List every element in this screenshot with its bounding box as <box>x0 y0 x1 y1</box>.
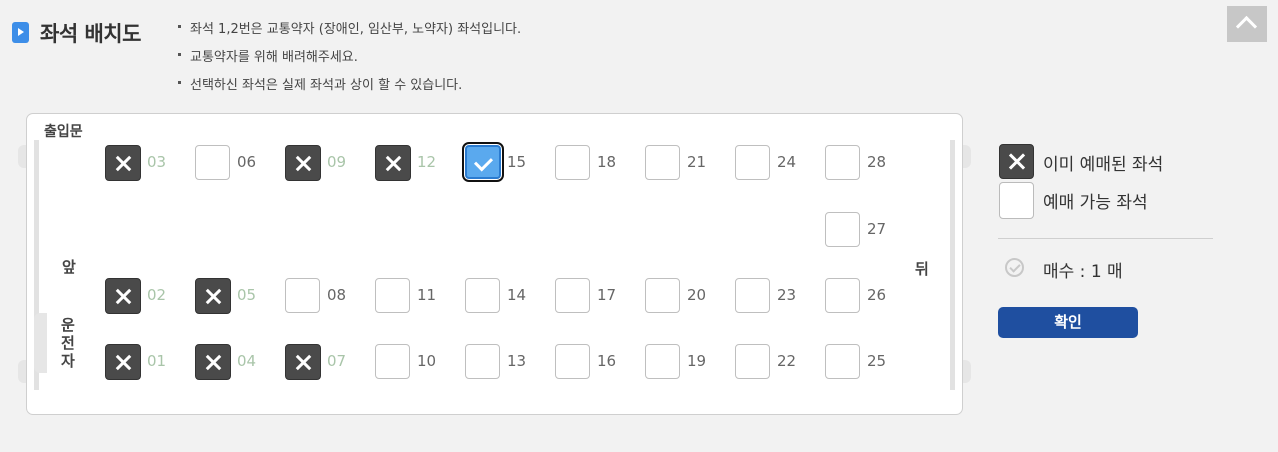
seat-number: 02 <box>147 286 167 304</box>
seat-25[interactable] <box>825 344 860 379</box>
section-marker-icon <box>12 22 29 43</box>
seat-12 <box>375 145 411 181</box>
seat-number: 15 <box>507 153 527 171</box>
seat-08[interactable] <box>285 278 320 313</box>
seat-11[interactable] <box>375 278 410 313</box>
back-label: 뒤 <box>915 260 929 278</box>
seat-number: 11 <box>417 286 437 304</box>
seat-07 <box>285 344 321 380</box>
seat-number: 16 <box>597 352 617 370</box>
divider <box>998 238 1213 239</box>
seat-28[interactable] <box>825 145 860 180</box>
seat-number: 03 <box>147 153 167 171</box>
seat-number: 14 <box>507 286 527 304</box>
seat-04 <box>195 344 231 380</box>
seat-09 <box>285 145 321 181</box>
seat-number: 12 <box>417 153 437 171</box>
driver-area <box>34 313 47 373</box>
legend-sold-swatch <box>999 144 1034 179</box>
seat-05 <box>195 278 231 314</box>
seat-number: 10 <box>417 352 437 370</box>
seat-number: 21 <box>687 153 707 171</box>
seat-number: 18 <box>597 153 617 171</box>
notice-item: 선택하신 좌석은 실제 좌석과 상이 할 수 있습니다. <box>178 76 521 104</box>
seat-number: 13 <box>507 352 527 370</box>
confirm-button[interactable]: 확인 <box>998 307 1138 338</box>
seat-03 <box>105 145 141 181</box>
seat-number: 28 <box>867 153 887 171</box>
seat-number: 09 <box>327 153 347 171</box>
seat-number: 04 <box>237 352 257 370</box>
seat-18[interactable] <box>555 145 590 180</box>
front-label: 앞 <box>62 258 76 276</box>
seat-27[interactable] <box>825 212 860 247</box>
bus-wall-right <box>950 140 955 390</box>
seat-19[interactable] <box>645 344 680 379</box>
check-circle-icon <box>1005 258 1024 277</box>
scroll-to-top-button[interactable] <box>1227 6 1267 42</box>
seat-number: 24 <box>777 153 797 171</box>
seat-number: 08 <box>327 286 347 304</box>
seat-number: 06 <box>237 153 257 171</box>
seat-02 <box>105 278 141 314</box>
seat-17[interactable] <box>555 278 590 313</box>
seat-10[interactable] <box>375 344 410 379</box>
seat-14[interactable] <box>465 278 500 313</box>
seat-01 <box>105 344 141 380</box>
legend-available-swatch <box>999 182 1034 219</box>
legend-sold-label: 이미 예매된 좌석 <box>1043 155 1164 175</box>
seat-number: 01 <box>147 352 167 370</box>
seat-21[interactable] <box>645 145 680 180</box>
seat-24[interactable] <box>735 145 770 180</box>
notice-item: 좌석 1,2번은 교통약자 (장애인, 임산부, 노약자) 좌석입니다. <box>178 20 521 48</box>
seat-23[interactable] <box>735 278 770 313</box>
seat-16[interactable] <box>555 344 590 379</box>
notice-item: 교통약자를 위해 배려해주세요. <box>178 48 521 76</box>
ticket-count: 매수 : 1 매 <box>1043 262 1123 282</box>
page-title: 좌석 배치도 <box>40 22 141 46</box>
notice-list: 좌석 1,2번은 교통약자 (장애인, 임산부, 노약자) 좌석입니다. 교통약… <box>178 20 521 104</box>
seat-20[interactable] <box>645 278 680 313</box>
seat-15[interactable] <box>462 142 504 182</box>
seat-13[interactable] <box>465 344 500 379</box>
seat-number: 19 <box>687 352 707 370</box>
seat-number: 05 <box>237 286 257 304</box>
legend-available-label: 예매 가능 좌석 <box>1043 193 1148 213</box>
door-label: 출입문 <box>44 124 83 140</box>
seat-number: 20 <box>687 286 707 304</box>
seat-number: 22 <box>777 352 797 370</box>
seat-number: 26 <box>867 286 887 304</box>
seat-06[interactable] <box>195 145 230 180</box>
seat-22[interactable] <box>735 344 770 379</box>
seat-26[interactable] <box>825 278 860 313</box>
seat-number: 25 <box>867 352 887 370</box>
seat-number: 07 <box>327 352 347 370</box>
seat-number: 27 <box>867 220 887 238</box>
seat-number: 17 <box>597 286 617 304</box>
seat-number: 23 <box>777 286 797 304</box>
driver-label: 운전자 <box>61 316 75 370</box>
